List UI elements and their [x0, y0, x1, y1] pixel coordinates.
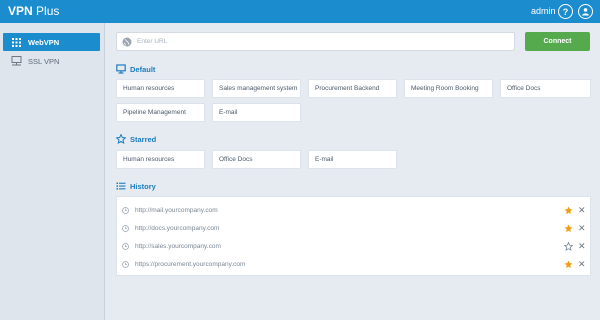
app-tile[interactable]: Procurement Backend	[308, 79, 397, 98]
top-bar: VPN Plus admin ?	[0, 0, 600, 23]
list-icon	[116, 181, 126, 191]
app-tile[interactable]: Human resources	[116, 79, 205, 98]
monitor-network-icon	[11, 56, 21, 66]
app-logo: VPN Plus	[8, 4, 59, 18]
starred-tile[interactable]: Office Docs	[212, 150, 301, 169]
section-title-starred: Starred	[116, 134, 156, 144]
starred-tile[interactable]: E-mail	[308, 150, 397, 169]
star-outline-icon	[116, 134, 126, 144]
sidebar-item-ssl-vpn[interactable]: SSL VPN	[3, 52, 100, 70]
history-url[interactable]: http://sales.yourcompany.com	[135, 243, 221, 250]
history-url[interactable]: https://procurement.yourcompany.com	[135, 261, 245, 268]
user-icon	[582, 8, 589, 16]
star-filled-icon[interactable]	[564, 224, 573, 233]
monitor-icon	[116, 64, 126, 74]
history-row: http://mail.yourcompany.com ✕	[117, 203, 590, 219]
remove-history-button[interactable]: ✕	[578, 204, 586, 216]
profile-button[interactable]	[578, 4, 593, 19]
app-tile[interactable]: E-mail	[212, 103, 301, 122]
star-filled-icon[interactable]	[564, 206, 573, 215]
clock-icon	[122, 207, 129, 214]
url-input-box[interactable]	[116, 32, 515, 51]
grid-icon	[11, 37, 21, 47]
star-filled-icon[interactable]	[564, 260, 573, 269]
history-row: http://sales.yourcompany.com ✕	[117, 239, 590, 255]
clock-icon	[122, 225, 129, 232]
sidebar-item-label: SSL VPN	[28, 56, 60, 66]
sidebar-item-label: WebVPN	[28, 37, 60, 47]
section-title-history: History	[116, 181, 156, 191]
starred-tile[interactable]: Human resources	[116, 150, 205, 169]
history-row: https://procurement.yourcompany.com ✕	[117, 257, 590, 273]
app-tile[interactable]: Sales management system	[212, 79, 301, 98]
star-outline-icon[interactable]	[564, 242, 573, 251]
user-name[interactable]: admin	[531, 6, 556, 16]
history-row: http://docs.yourcompany.com ✕	[117, 221, 590, 237]
history-url[interactable]: http://docs.yourcompany.com	[135, 225, 219, 232]
sidebar-item-webvpn[interactable]: WebVPN	[3, 33, 100, 51]
clock-icon	[122, 243, 129, 250]
app-tile[interactable]: Pipeline Management	[116, 103, 205, 122]
app-tile[interactable]: Meeting Room Booking	[404, 79, 493, 98]
remove-history-button[interactable]: ✕	[578, 222, 586, 234]
brand-name-light: Plus	[32, 4, 60, 18]
globe-icon	[122, 37, 132, 47]
help-button[interactable]: ?	[558, 4, 573, 19]
connect-button[interactable]: Connect	[525, 32, 590, 51]
brand-name-bold: VPN	[8, 4, 33, 18]
help-icon: ?	[562, 6, 569, 17]
remove-history-button[interactable]: ✕	[578, 258, 586, 270]
app-tile[interactable]: Office Docs	[500, 79, 591, 98]
remove-history-button[interactable]: ✕	[578, 240, 586, 252]
sidebar: WebVPN SSL VPN	[0, 23, 105, 320]
url-input[interactable]	[137, 38, 514, 45]
section-title-default: Default	[116, 64, 155, 74]
history-list: http://mail.yourcompany.com ✕ http://doc…	[116, 196, 591, 276]
clock-icon	[122, 261, 129, 268]
history-url[interactable]: http://mail.yourcompany.com	[135, 207, 218, 214]
